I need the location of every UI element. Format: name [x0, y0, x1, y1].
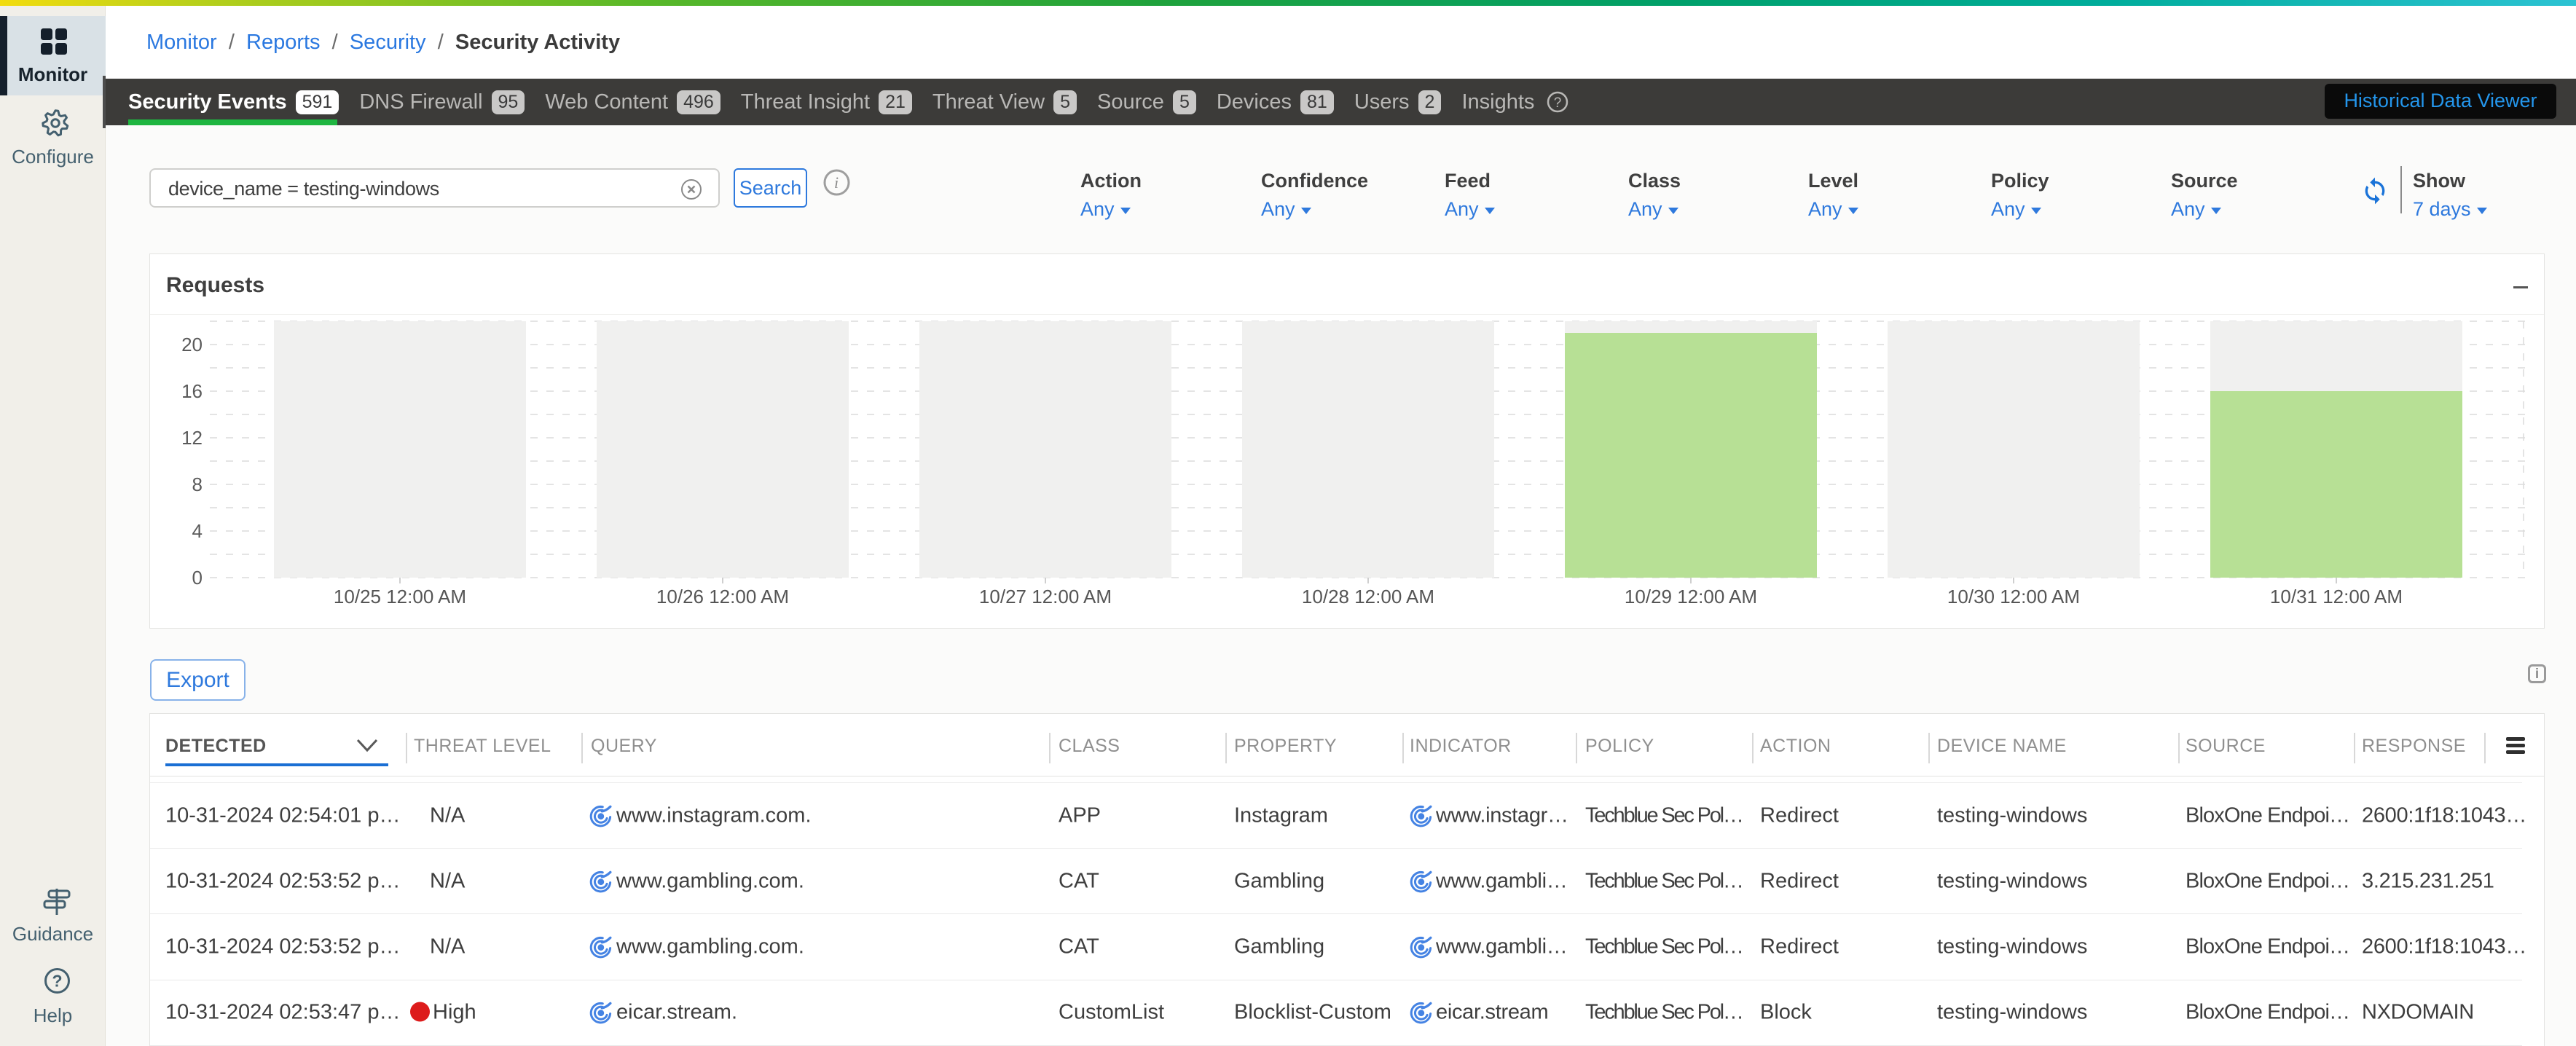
svg-text:10/29 12:00 AM: 10/29 12:00 AM	[1625, 586, 1757, 607]
svg-text:10/27 12:00 AM: 10/27 12:00 AM	[979, 586, 1112, 607]
svg-text:10/31 12:00 AM: 10/31 12:00 AM	[2270, 586, 2403, 607]
svg-text:i: i	[834, 173, 839, 192]
svg-text:16: 16	[181, 380, 203, 402]
svg-text:10/28 12:00 AM: 10/28 12:00 AM	[1302, 586, 1434, 607]
svg-text:0: 0	[192, 567, 203, 589]
svg-text:?: ?	[52, 972, 62, 991]
svg-text:10/26 12:00 AM: 10/26 12:00 AM	[656, 586, 789, 607]
svg-text:20: 20	[181, 334, 203, 355]
svg-text:4: 4	[192, 520, 203, 542]
svg-text:8: 8	[192, 473, 203, 495]
svg-text:10/30 12:00 AM: 10/30 12:00 AM	[1947, 586, 2080, 607]
svg-text:12: 12	[181, 427, 203, 449]
svg-text:?: ?	[1553, 95, 1561, 111]
svg-text:10/25 12:00 AM: 10/25 12:00 AM	[334, 586, 466, 607]
